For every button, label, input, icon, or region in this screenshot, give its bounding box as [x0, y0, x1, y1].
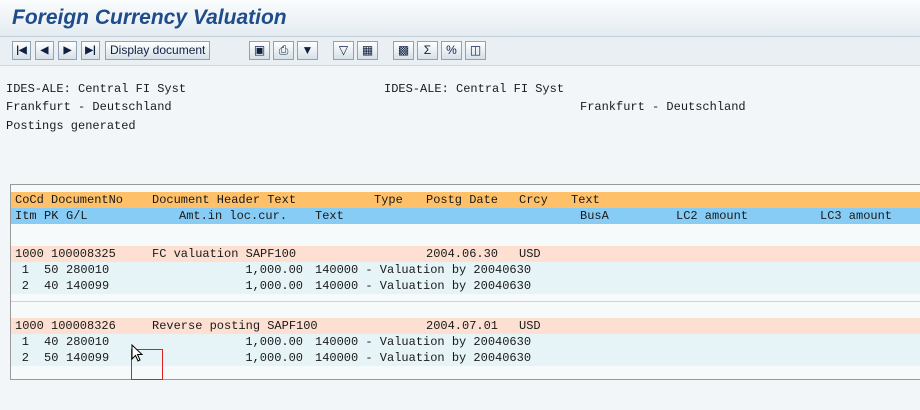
col-cocd[interactable]: CoCd — [15, 192, 44, 208]
col-lc3-amount[interactable]: LC3 amount — [820, 208, 892, 224]
title-bar: Foreign Currency Valuation — [0, 0, 920, 37]
gl-account: 280010 — [66, 335, 110, 349]
currency: USD — [519, 319, 541, 333]
col-lc2-amount[interactable]: LC2 amount — [676, 208, 748, 224]
posting-key: 50 — [44, 351, 59, 365]
layout-icon[interactable]: ▩ — [393, 41, 414, 60]
gl-account: 280010 — [66, 263, 110, 277]
company-name-center: IDES-ALE: Central FI Syst — [384, 82, 565, 96]
col-pk[interactable]: PK — [44, 208, 58, 224]
posting-date: 2004.07.01 — [426, 319, 499, 333]
document-row[interactable]: 1000 100008326 Reverse posting SAPF100 2… — [11, 318, 920, 334]
divider — [11, 301, 920, 302]
col-type[interactable]: Type — [374, 192, 403, 208]
col-text[interactable]: Text — [571, 192, 600, 208]
gl-account: 140099 — [66, 351, 110, 365]
print-icon[interactable]: ⎙ — [273, 41, 294, 60]
item-text: 140000 - Valuation by 20040630 — [315, 279, 532, 293]
col-postg-date[interactable]: Postg Date — [426, 192, 498, 208]
sum-icon[interactable]: Σ — [417, 41, 438, 60]
item-number: 1 — [21, 263, 29, 277]
city-right: Frankfurt - Deutschland — [580, 100, 746, 114]
gl-account: 140099 — [66, 279, 110, 293]
column-header-row-1: CoCd DocumentNo Document Header Text Typ… — [11, 192, 920, 208]
amount: 1,000.00 — [245, 351, 303, 365]
col-documentno[interactable]: DocumentNo — [51, 192, 123, 208]
first-page-button[interactable]: |◀ — [12, 41, 31, 60]
column-header-row-2: Itm PK G/L Amt.in loc.cur. Text BusA LC2… — [11, 208, 920, 224]
company-name-left: IDES-ALE: Central FI Syst — [6, 82, 187, 96]
last-page-button[interactable]: ▶| — [81, 41, 100, 60]
document-header-text: FC valuation SAPF100 — [152, 247, 297, 261]
filter-icon[interactable]: ▼ — [297, 41, 318, 60]
document-row[interactable]: 1000 100008325 FC valuation SAPF100 2004… — [11, 246, 920, 262]
set-filter-icon[interactable]: ▽ — [333, 41, 354, 60]
col-amount[interactable]: Amt.in loc.cur. — [179, 208, 287, 224]
city-left: Frankfurt - Deutschland — [6, 100, 172, 114]
document-number: 100008325 — [51, 247, 116, 261]
item-text: 140000 - Valuation by 20040630 — [315, 335, 532, 349]
item-row[interactable]: 2 40 140099 1,000.00 140000 - Valuation … — [11, 278, 920, 294]
item-number: 2 — [21, 279, 29, 293]
document-header-text: Reverse posting SAPF100 — [152, 319, 318, 333]
document-number: 100008326 — [51, 319, 116, 333]
col-header-text[interactable]: Document Header Text — [152, 192, 296, 208]
detail-icon[interactable]: ▣ — [249, 41, 270, 60]
item-number: 1 — [21, 335, 29, 349]
mouse-pointer-icon — [131, 344, 144, 362]
posting-date: 2004.06.30 — [426, 247, 499, 261]
item-row[interactable]: 1 40 280010 1,000.00 140000 - Valuation … — [11, 334, 920, 350]
amount: 1,000.00 — [245, 335, 303, 349]
item-number: 2 — [21, 351, 29, 365]
application-toolbar: |◀ ◀ ▶ ▶| Display document ▣ ⎙ ▼ ▽ ▦ ▩ Σ… — [0, 37, 920, 66]
col-itm[interactable]: Itm — [15, 208, 37, 224]
currency: USD — [519, 247, 541, 261]
amount: 1,000.00 — [245, 263, 303, 277]
next-page-button[interactable]: ▶ — [58, 41, 77, 60]
col-busa[interactable]: BusA — [580, 208, 609, 224]
subtotal-icon[interactable]: % — [441, 41, 462, 60]
posting-key: 50 — [44, 263, 59, 277]
posting-key: 40 — [44, 335, 59, 349]
view-icon[interactable]: ◫ — [465, 41, 486, 60]
page-title: Foreign Currency Valuation — [12, 6, 287, 29]
status-text: Postings generated — [6, 119, 136, 133]
cocd-value: 1000 — [15, 247, 44, 261]
posting-key: 40 — [44, 279, 59, 293]
item-row[interactable]: 1 50 280010 1,000.00 140000 - Valuation … — [11, 262, 920, 278]
item-text: 140000 - Valuation by 20040630 — [315, 263, 532, 277]
col-gl[interactable]: G/L — [66, 208, 88, 224]
export-icon[interactable]: ▦ — [357, 41, 378, 60]
previous-page-button[interactable]: ◀ — [35, 41, 54, 60]
display-document-button[interactable]: Display document — [105, 41, 211, 60]
col-crcy[interactable]: Crcy — [519, 192, 548, 208]
col-item-text[interactable]: Text — [315, 208, 344, 224]
item-text: 140000 - Valuation by 20040630 — [315, 351, 532, 365]
amount: 1,000.00 — [245, 279, 303, 293]
cocd-value: 1000 — [15, 319, 44, 333]
